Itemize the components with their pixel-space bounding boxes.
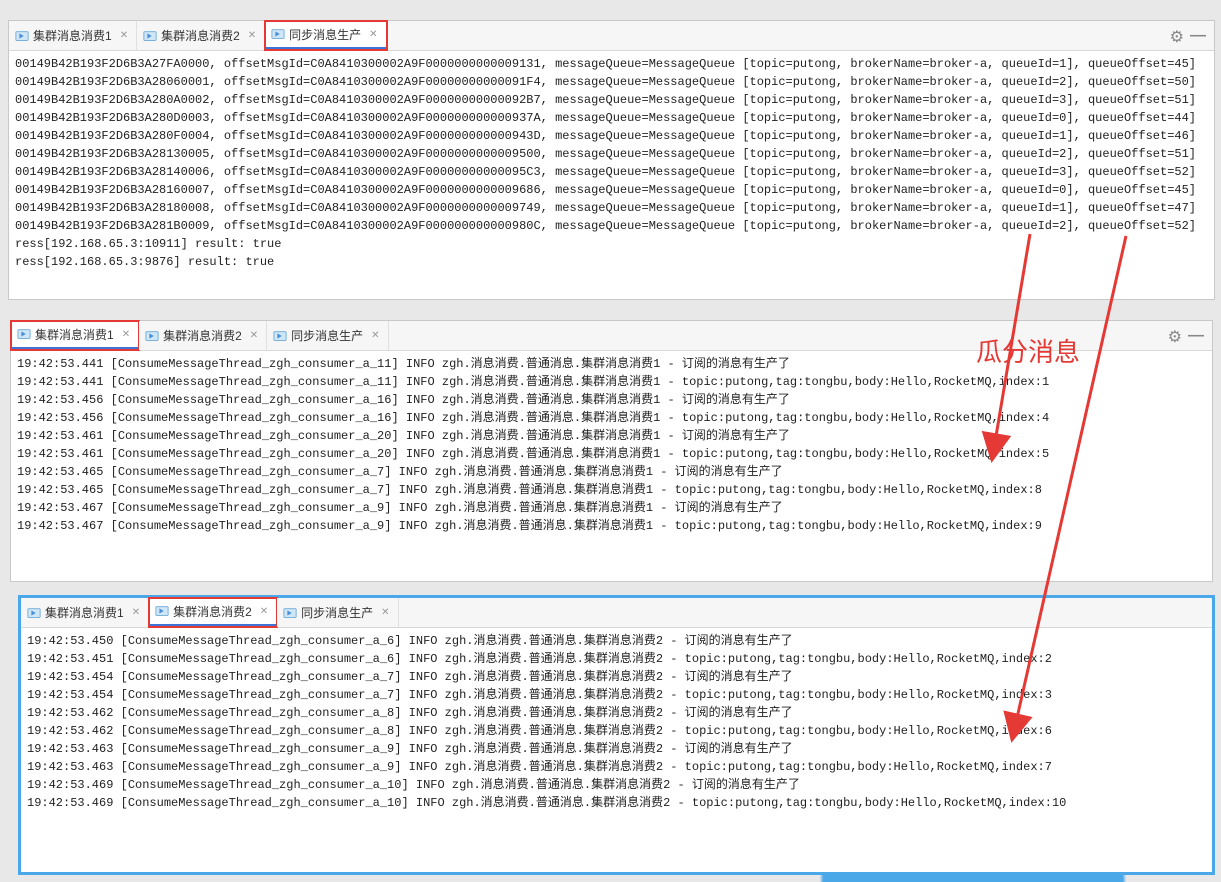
log-line: 19:42:53.441 [ConsumeMessageThread_zgh_c… — [17, 373, 1206, 391]
close-icon[interactable]: ✕ — [381, 607, 389, 618]
tab-label: 同步消息生产 — [289, 26, 361, 43]
close-icon[interactable]: ✕ — [122, 329, 130, 340]
log-line: 19:42:53.441 [ConsumeMessageThread_zgh_c… — [17, 355, 1206, 373]
log-line: 00149B42B193F2D6B3A280D0003, offsetMsgId… — [15, 109, 1208, 127]
tab-label: 集群消息消费1 — [33, 27, 112, 44]
run-console-icon — [27, 606, 41, 620]
log-line: 19:42:53.469 [ConsumeMessageThread_zgh_c… — [27, 794, 1206, 812]
log-line: 00149B42B193F2D6B3A28060001, offsetMsgId… — [15, 73, 1208, 91]
run-console-icon — [143, 29, 157, 43]
minimize-icon[interactable]: — — [1190, 27, 1206, 45]
tab-label: 同步消息生产 — [291, 327, 363, 344]
log-line: 19:42:53.454 [ConsumeMessageThread_zgh_c… — [27, 686, 1206, 704]
run-console-icon — [271, 27, 285, 41]
log-line: 19:42:53.462 [ConsumeMessageThread_zgh_c… — [27, 704, 1206, 722]
close-icon[interactable]: ✕ — [250, 330, 258, 341]
run-console-icon — [145, 329, 159, 343]
tab-label: 集群消息消费2 — [161, 27, 240, 44]
tabbar: 集群消息消费1 ✕ 集群消息消费2 ✕ 同步消息生产 ✕ ⚙ — — [11, 321, 1212, 351]
log-line: ress[192.168.65.3:10911] result: true — [15, 235, 1208, 253]
tab-2[interactable]: 同步消息生产 ✕ — [267, 321, 388, 350]
tab-0[interactable]: 集群消息消费1 ✕ — [9, 21, 137, 50]
tab-label: 集群消息消费2 — [163, 327, 242, 344]
log-line: 00149B42B193F2D6B3A280F0004, offsetMsgId… — [15, 127, 1208, 145]
close-icon[interactable]: ✕ — [369, 29, 377, 40]
tab-label: 集群消息消费2 — [173, 603, 252, 620]
console-panel-2: 集群消息消费1 ✕ 集群消息消费2 ✕ 同步消息生产 ✕ 19:42:53.450 [Con… — [18, 595, 1215, 875]
tab-2[interactable]: 同步消息生产 ✕ — [277, 598, 398, 627]
close-icon[interactable]: ✕ — [120, 30, 128, 41]
log-line: 00149B42B193F2D6B3A281B0009, offsetMsgId… — [15, 217, 1208, 235]
gear-icon[interactable]: ⚙ — [1168, 327, 1182, 347]
log-line: 19:42:53.462 [ConsumeMessageThread_zgh_c… — [27, 722, 1206, 740]
tab-1[interactable]: 集群消息消费2 ✕ — [137, 21, 265, 50]
console-output[interactable]: 00149B42B193F2D6B3A27FA0000, offsetMsgId… — [9, 51, 1214, 299]
log-line: 19:42:53.461 [ConsumeMessageThread_zgh_c… — [17, 427, 1206, 445]
close-icon[interactable]: ✕ — [260, 606, 268, 617]
log-line: 19:42:53.467 [ConsumeMessageThread_zgh_c… — [17, 499, 1206, 517]
run-console-icon — [17, 327, 31, 341]
log-line: 00149B42B193F2D6B3A28130005, offsetMsgId… — [15, 145, 1208, 163]
log-line: 19:42:53.463 [ConsumeMessageThread_zgh_c… — [27, 740, 1206, 758]
tab-1[interactable]: 集群消息消费2 ✕ — [139, 321, 267, 350]
close-icon[interactable]: ✕ — [371, 330, 379, 341]
close-icon[interactable]: ✕ — [248, 30, 256, 41]
run-console-icon — [155, 604, 169, 618]
tab-2[interactable]: 同步消息生产 ✕ — [265, 21, 386, 50]
log-line: 19:42:53.456 [ConsumeMessageThread_zgh_c… — [17, 391, 1206, 409]
console-panel-0: 集群消息消费1 ✕ 集群消息消费2 ✕ 同步消息生产 ✕ ⚙ — 00149B42B193F2D… — [8, 20, 1215, 300]
minimize-icon[interactable]: — — [1188, 327, 1204, 345]
log-line: 19:42:53.450 [ConsumeMessageThread_zgh_c… — [27, 632, 1206, 650]
log-line: 00149B42B193F2D6B3A28160007, offsetMsgId… — [15, 181, 1208, 199]
log-line: 19:42:53.469 [ConsumeMessageThread_zgh_c… — [27, 776, 1206, 794]
run-console-icon — [15, 29, 29, 43]
run-console-icon — [283, 606, 297, 620]
log-line: 00149B42B193F2D6B3A280A0002, offsetMsgId… — [15, 91, 1208, 109]
tab-label: 集群消息消费1 — [45, 604, 124, 621]
tab-1[interactable]: 集群消息消费2 ✕ — [149, 598, 277, 627]
tab-label: 同步消息生产 — [301, 604, 373, 621]
tab-0[interactable]: 集群消息消费1 ✕ — [21, 598, 149, 627]
tabbar: 集群消息消费1 ✕ 集群消息消费2 ✕ 同步消息生产 ✕ — [21, 598, 1212, 628]
log-line: 00149B42B193F2D6B3A28140006, offsetMsgId… — [15, 163, 1208, 181]
log-line: 19:42:53.463 [ConsumeMessageThread_zgh_c… — [27, 758, 1206, 776]
log-line: 19:42:53.465 [ConsumeMessageThread_zgh_c… — [17, 481, 1206, 499]
log-line: ress[192.168.65.3:9876] result: true — [15, 253, 1208, 271]
log-line: 19:42:53.465 [ConsumeMessageThread_zgh_c… — [17, 463, 1206, 481]
log-line: 19:42:53.467 [ConsumeMessageThread_zgh_c… — [17, 517, 1206, 535]
log-line: 00149B42B193F2D6B3A28180008, offsetMsgId… — [15, 199, 1208, 217]
console-output[interactable]: 19:42:53.441 [ConsumeMessageThread_zgh_c… — [11, 351, 1212, 581]
close-icon[interactable]: ✕ — [132, 607, 140, 618]
tabbar: 集群消息消费1 ✕ 集群消息消费2 ✕ 同步消息生产 ✕ ⚙ — — [9, 21, 1214, 51]
tab-0[interactable]: 集群消息消费1 ✕ — [11, 321, 139, 350]
run-console-icon — [273, 329, 287, 343]
log-line: 19:42:53.456 [ConsumeMessageThread_zgh_c… — [17, 409, 1206, 427]
console-output[interactable]: 19:42:53.450 [ConsumeMessageThread_zgh_c… — [21, 628, 1212, 872]
console-panel-1: 集群消息消费1 ✕ 集群消息消费2 ✕ 同步消息生产 ✕ ⚙ — 19:42:53.441 [C… — [10, 320, 1213, 582]
log-line: 19:42:53.461 [ConsumeMessageThread_zgh_c… — [17, 445, 1206, 463]
log-line: 19:42:53.454 [ConsumeMessageThread_zgh_c… — [27, 668, 1206, 686]
tab-label: 集群消息消费1 — [35, 326, 114, 343]
gear-icon[interactable]: ⚙ — [1170, 27, 1184, 47]
log-line: 19:42:53.451 [ConsumeMessageThread_zgh_c… — [27, 650, 1206, 668]
log-line: 00149B42B193F2D6B3A27FA0000, offsetMsgId… — [15, 55, 1208, 73]
